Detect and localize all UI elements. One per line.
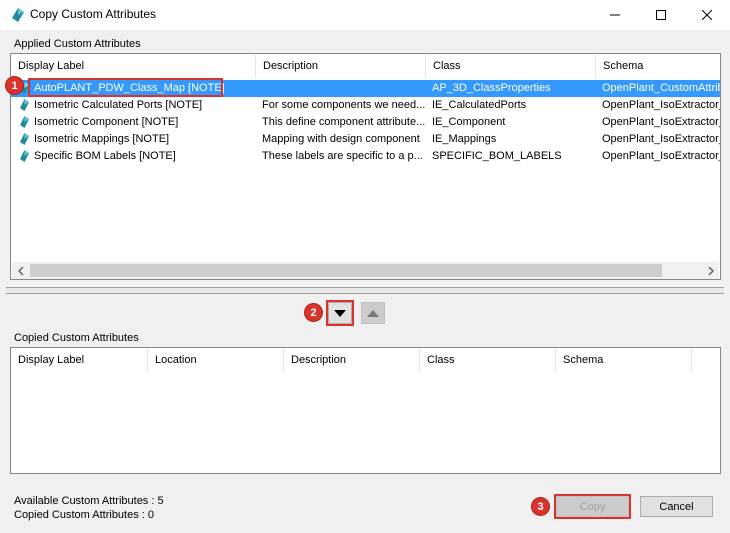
- horizontal-scrollbar[interactable]: [12, 262, 719, 279]
- cancel-button[interactable]: Cancel: [640, 496, 713, 517]
- column-header-display-label[interactable]: Display Label: [11, 348, 148, 372]
- column-header-schema[interactable]: Schema: [556, 348, 692, 372]
- row-description: This define component attribute...: [262, 116, 426, 128]
- row-schema: OpenPlant_IsoExtractor_: [602, 116, 721, 128]
- column-header-class[interactable]: Class: [426, 54, 596, 78]
- callout-badge-1: 1: [6, 77, 23, 94]
- applied-group-label: Applied Custom Attributes: [14, 38, 141, 50]
- row-display-label: Isometric Mappings [NOTE]: [34, 133, 170, 145]
- arrow-up-icon: [367, 309, 379, 317]
- minimize-button[interactable]: [592, 0, 638, 30]
- callout-badge-3: 3: [532, 498, 549, 515]
- row-schema: OpenPlant_IsoExtractor_: [602, 99, 721, 111]
- column-header-location[interactable]: Location: [148, 348, 284, 372]
- close-button[interactable]: [684, 0, 730, 30]
- row-class: IE_Mappings: [432, 133, 497, 145]
- minimize-icon: [610, 14, 620, 16]
- app-icon: [12, 8, 24, 22]
- highlight-selected-row: [28, 78, 223, 97]
- attribute-icon: [20, 150, 29, 162]
- maximize-icon: [656, 10, 666, 20]
- row-display-label: Isometric Calculated Ports [NOTE]: [34, 99, 203, 111]
- scroll-left-button[interactable]: [12, 262, 29, 279]
- column-header-class[interactable]: Class: [420, 348, 556, 372]
- column-header-description[interactable]: Description: [284, 348, 420, 372]
- highlight-copy-button: [554, 494, 631, 519]
- callout-badge-2: 2: [305, 304, 322, 321]
- table-row[interactable]: Isometric Mappings [NOTE] Mapping with d…: [11, 131, 720, 148]
- chevron-right-icon: [707, 266, 714, 275]
- row-description: For some components we need...: [262, 99, 426, 111]
- maximize-button[interactable]: [638, 0, 684, 30]
- title-bar: Copy Custom Attributes: [0, 0, 730, 30]
- row-display-label: Specific BOM Labels [NOTE]: [34, 150, 176, 162]
- table-row[interactable]: Isometric Calculated Ports [NOTE] For so…: [11, 97, 720, 114]
- scroll-thumb[interactable]: [30, 264, 662, 277]
- available-count-label: Available Custom Attributes : 5: [14, 495, 164, 507]
- attribute-icon: [20, 133, 29, 145]
- row-class: SPECIFIC_BOM_LABELS: [432, 150, 562, 162]
- copied-count-label: Copied Custom Attributes : 0: [14, 509, 155, 521]
- row-display-label: Isometric Component [NOTE]: [34, 116, 179, 128]
- scroll-right-button[interactable]: [702, 262, 719, 279]
- copied-group-label: Copied Custom Attributes: [14, 332, 139, 344]
- column-header-description[interactable]: Description: [256, 54, 426, 78]
- highlight-move-down: [326, 300, 354, 326]
- copied-attributes-list[interactable]: Display Label Location Description Class…: [10, 347, 721, 474]
- move-up-button[interactable]: [361, 302, 385, 324]
- row-schema: OpenPlant_IsoExtractor_: [602, 133, 721, 145]
- table-row[interactable]: Specific BOM Labels [NOTE] These labels …: [11, 148, 720, 165]
- attribute-icon: [20, 116, 29, 128]
- column-header-schema[interactable]: Schema: [596, 54, 720, 78]
- panel-splitter[interactable]: [6, 287, 724, 294]
- close-icon: [702, 10, 712, 20]
- column-header-display-label[interactable]: Display Label: [11, 54, 256, 78]
- table-row[interactable]: Isometric Component [NOTE] This define c…: [11, 114, 720, 131]
- row-description: Mapping with design component: [262, 133, 420, 145]
- window-title: Copy Custom Attributes: [30, 7, 157, 21]
- row-schema: OpenPlant_IsoExtractor_: [602, 150, 721, 162]
- row-class: AP_3D_ClassProperties: [432, 82, 551, 94]
- row-description: These labels are specific to a p...: [262, 150, 423, 162]
- row-schema: OpenPlant_CustomAttribu: [602, 82, 721, 94]
- chevron-left-icon: [17, 266, 24, 275]
- row-class: IE_Component: [432, 116, 506, 128]
- row-class: IE_CalculatedPorts: [432, 99, 527, 111]
- attribute-icon: [20, 99, 29, 111]
